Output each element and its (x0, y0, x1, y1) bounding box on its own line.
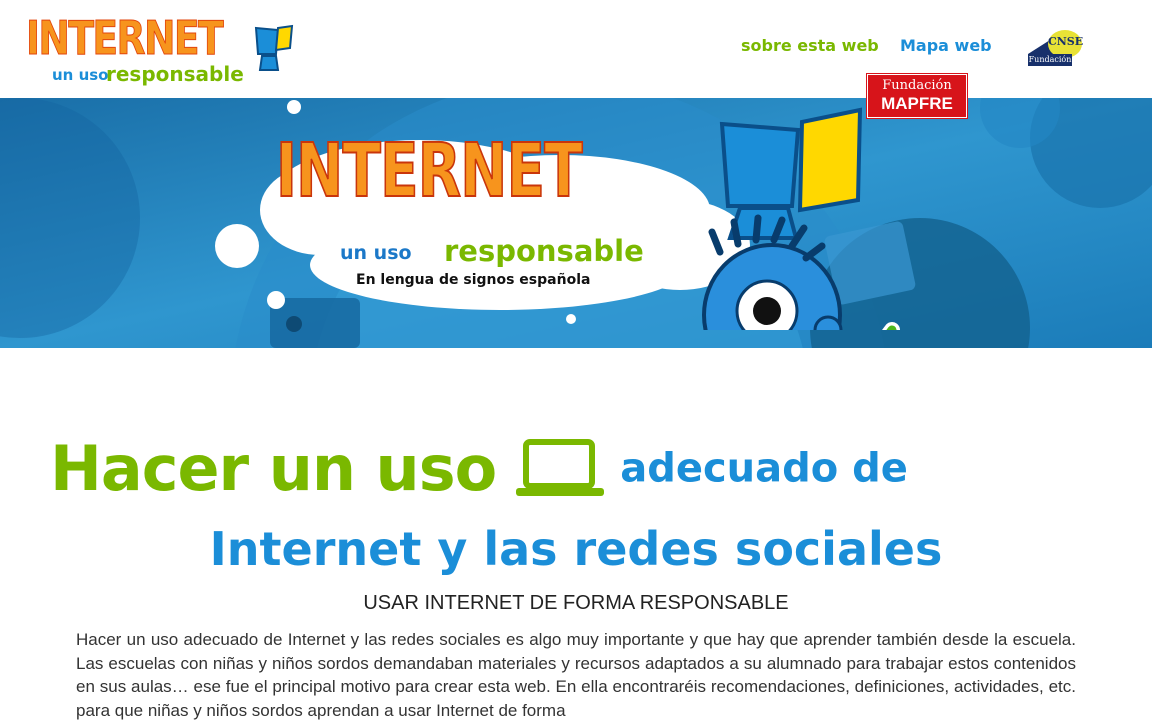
mapfre-bottom-label: MAPFRE (881, 94, 953, 113)
site-header: INTERNET un uso responsable sobre esta w… (0, 0, 1152, 98)
logo-subtitle-main: responsable (106, 62, 244, 86)
banner-tagline: En lengua de signos española (356, 272, 591, 288)
headline-part1: Hacer un uso (50, 432, 497, 505)
site-logo[interactable]: INTERNET un uso responsable (26, 11, 296, 90)
intro-paragraph: Hacer un uso adecuado de Internet y las … (76, 630, 1076, 721)
headline-part2: adecuado de (620, 445, 908, 492)
banner-title: INTERNET (275, 127, 583, 215)
banner-subtitle-main: responsable (444, 234, 644, 268)
laptop-icon (516, 438, 605, 496)
nav-sitemap-link[interactable]: Mapa web (900, 36, 992, 55)
mapfre-logo[interactable]: Fundación MAPFRE (867, 74, 967, 118)
nav-about-link[interactable]: sobre esta web (741, 36, 879, 55)
section-heading: USAR INTERNET DE FORMA RESPONSABLE (363, 592, 789, 614)
logo-subtitle-prefix: un uso (52, 66, 109, 84)
page-headline: Hacer un uso adecuado de (50, 432, 1110, 505)
mapfre-top-label: Fundación (882, 78, 952, 93)
cnse-sub-label: Fundación (1028, 54, 1072, 66)
cnse-logo[interactable]: CNSE Fundación (1024, 30, 1084, 70)
logo-title: INTERNET (26, 11, 225, 65)
page-headline-line2: Internet y las redes sociales (209, 522, 943, 576)
banner-subtitle-prefix: un uso (340, 242, 412, 264)
monitor-icon (254, 24, 294, 71)
